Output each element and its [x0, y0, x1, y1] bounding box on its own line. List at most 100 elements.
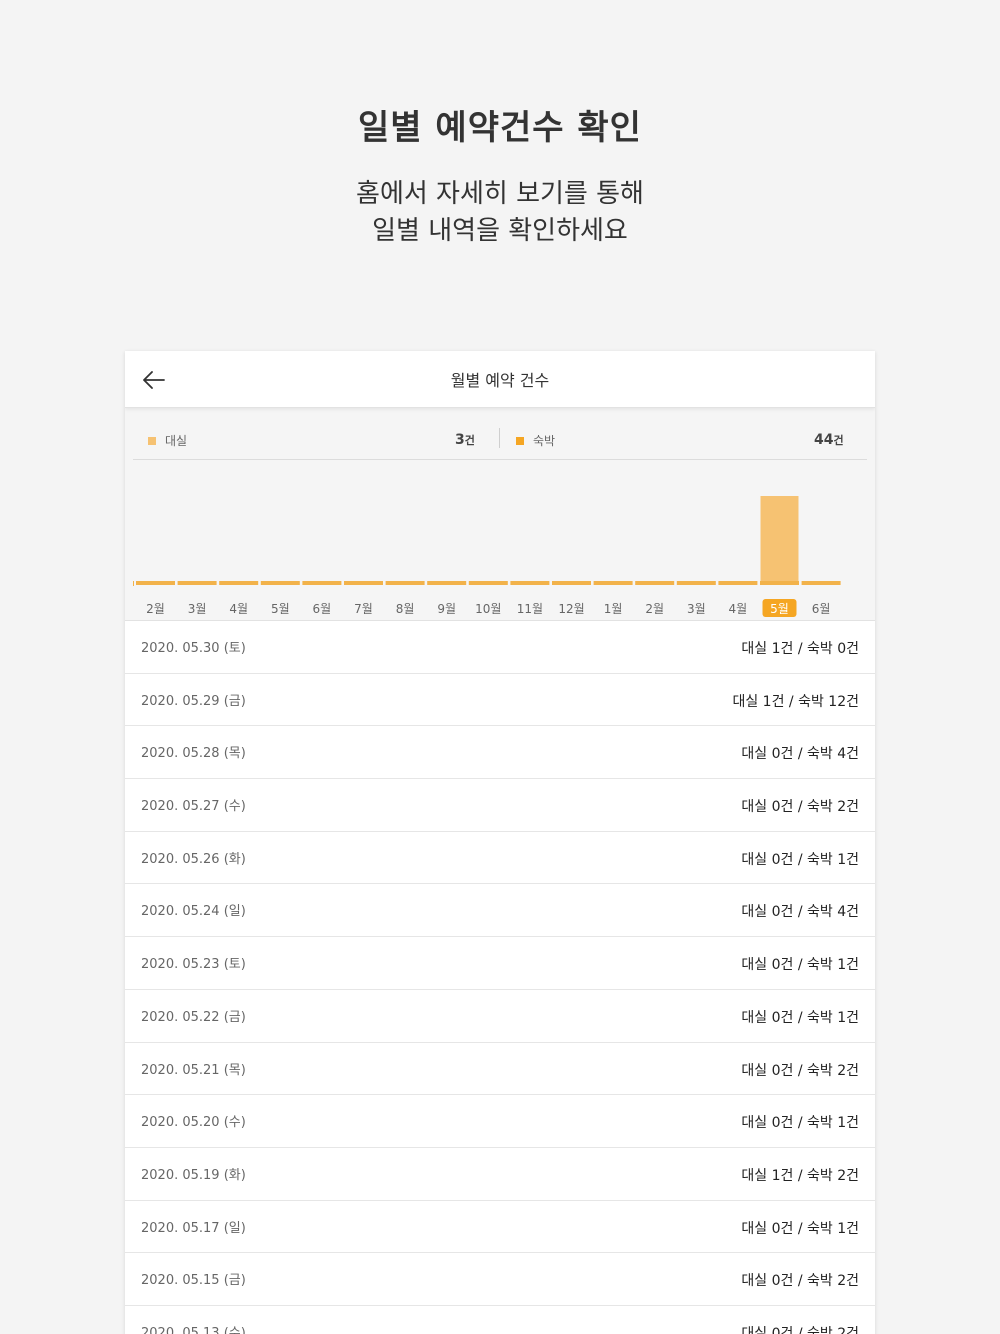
list-item[interactable]: 2020. 05.13 (수) 대실 0건 / 숙박 2건: [125, 1305, 875, 1334]
row-counts: 대실 1건 / 숙박 2건: [741, 1167, 859, 1184]
legend-stay-count-value: 44: [814, 432, 834, 448]
row-date: 2020. 05.15 (금): [141, 1273, 246, 1289]
row-date: 2020. 05.23 (토): [141, 957, 246, 973]
chart-baseline-tick: [133, 581, 134, 586]
row-counts: 대실 0건 / 숙박 4건: [741, 904, 859, 921]
row-counts: 대실 0건 / 숙박 1건: [741, 1115, 859, 1132]
row-date: 2020. 05.19 (화): [141, 1167, 246, 1183]
list-item[interactable]: 2020. 05.17 (일) 대실 0건 / 숙박 1건: [125, 1200, 875, 1254]
chart-bar[interactable]: [760, 496, 799, 585]
chart-month-label[interactable]: 6월: [313, 602, 332, 616]
legend-room-count-value: 3: [455, 432, 465, 448]
chart-bar-baseline: [676, 581, 716, 585]
chart-bar-baseline: [760, 581, 799, 585]
list-item[interactable]: 2020. 05.28 (목) 대실 0건 / 숙박 4건: [125, 726, 875, 780]
legend-stay-count: 44건: [814, 432, 844, 448]
nav-title: 월별 예약 건수: [450, 371, 550, 390]
list-item[interactable]: 2020. 05.20 (수) 대실 0건 / 숙박 1건: [125, 1095, 875, 1148]
monthly-chart-panel: 대실 3건 숙박 44건 2월 3월 4월 5월 6월 7월 8월 9월 10월 11월 12월 1월…: [125, 408, 875, 621]
chart-month-label[interactable]: 4월: [229, 602, 248, 616]
chart-month-label[interactable]: 4월: [729, 602, 748, 616]
chart-month-label[interactable]: 5월: [271, 602, 290, 616]
row-date: 2020. 05.13 (수): [141, 1325, 246, 1334]
list-item[interactable]: 2020. 05.29 (금) 대실 1건 / 숙박 12건: [125, 673, 875, 727]
row-date: 2020. 05.21 (목): [141, 1062, 246, 1078]
chart-bar-baseline: [219, 581, 259, 585]
row-counts: 대실 0건 / 숙박 1건: [741, 1009, 859, 1026]
chart-bar-baseline: [385, 581, 425, 585]
daily-list: 2020. 05.30 (토) 대실 1건 / 숙박 0건 2020. 05.29 …: [125, 621, 875, 1334]
chart-month-label[interactable]: 9월: [437, 602, 456, 616]
row-date: 2020. 05.17 (일): [141, 1220, 246, 1236]
legend-stay-count-unit: 건: [833, 434, 844, 447]
chart-bar-baseline: [718, 581, 758, 585]
chart-month-label[interactable]: 1월: [604, 602, 623, 616]
legend-room-label: 대실: [165, 434, 188, 448]
legend-stay-swatch: [516, 436, 524, 445]
row-counts: 대실 0건 / 숙박 2건: [741, 1273, 859, 1290]
row-counts: 대실 0건 / 숙박 4건: [741, 746, 859, 763]
chart-month-label[interactable]: 6월: [812, 602, 831, 616]
row-counts: 대실 0건 / 숙박 1건: [741, 957, 859, 974]
row-date: 2020. 05.24 (일): [141, 904, 246, 920]
chart-month-label[interactable]: 10월: [475, 602, 501, 616]
list-item[interactable]: 2020. 05.23 (토) 대실 0건 / 숙박 1건: [125, 937, 875, 990]
hero-title: 일별 예약건수 확인: [358, 108, 642, 148]
list-item[interactable]: 2020. 05.21 (목) 대실 0건 / 숙박 2건: [125, 1042, 875, 1096]
chart-bar-baseline: [260, 581, 300, 585]
legend-room: 대실: [148, 432, 187, 449]
row-counts: 대실 0건 / 숙박 2건: [741, 1325, 859, 1334]
row-counts: 대실 0건 / 숙박 1건: [741, 1220, 859, 1237]
hero-subtitle-line-2: 일별 내역을 확인하세요: [372, 216, 628, 246]
chart-bar-baseline: [427, 581, 467, 585]
legend-row: 대실 3건 숙박 44건: [133, 408, 867, 460]
chart-bar-baseline: [468, 581, 508, 585]
chart-bar-baseline: [302, 581, 342, 585]
row-counts: 대실 1건 / 숙박 12건: [732, 693, 859, 710]
chart-bar-baseline: [344, 581, 383, 585]
chart-month-label[interactable]: 11월: [517, 602, 543, 616]
list-item[interactable]: 2020. 05.30 (토) 대실 1건 / 숙박 0건: [125, 621, 875, 674]
monthly-bar-chart: 2월 3월 4월 5월 6월 7월 8월 9월 10월 11월 12월 1월 2월 3월 4월 5월 6월: [133, 496, 841, 617]
nav-bar: 월별 예약 건수: [125, 351, 875, 408]
chart-bar-baseline: [635, 581, 675, 585]
chart-bar-baseline: [177, 581, 217, 585]
back-button[interactable]: [139, 365, 169, 395]
list-item[interactable]: 2020. 05.27 (수) 대실 0건 / 숙박 2건: [125, 779, 875, 832]
arrow-left-icon: [143, 371, 165, 389]
chart-month-label[interactable]: 2월: [645, 602, 664, 616]
row-date: 2020. 05.20 (수): [141, 1115, 246, 1131]
hero-subtitle: 홈에서 자세히 보기를 통해 일별 내역을 확인하세요: [0, 176, 1000, 250]
row-counts: 대실 0건 / 숙박 2건: [741, 1062, 859, 1079]
list-item[interactable]: 2020. 05.26 (화) 대실 0건 / 숙박 1건: [125, 831, 875, 885]
row-date: 2020. 05.29 (금): [141, 693, 246, 709]
row-counts: 대실 0건 / 숙박 1건: [741, 851, 859, 868]
chart-month-label[interactable]: 2월: [146, 602, 165, 616]
legend-stay-label: 숙박: [533, 434, 556, 448]
legend-room-count-unit: 건: [464, 434, 475, 447]
chart-month-label[interactable]: 7월: [354, 602, 373, 616]
chart-bar-baseline: [510, 581, 550, 585]
chart-bar-baseline: [136, 581, 175, 585]
list-item[interactable]: 2020. 05.19 (화) 대실 1건 / 숙박 2건: [125, 1147, 875, 1201]
chart-month-label[interactable]: 8월: [396, 602, 415, 616]
chart-month-label[interactable]: 3월: [188, 602, 207, 616]
chart-month-label[interactable]: 5월: [770, 602, 789, 616]
row-date: 2020. 05.30 (토): [141, 641, 246, 656]
list-item[interactable]: 2020. 05.24 (일) 대실 0건 / 숙박 4건: [125, 884, 875, 938]
chart-month-label[interactable]: 3월: [687, 602, 706, 616]
hero-subtitle-line-1: 홈에서 자세히 보기를 통해: [356, 179, 644, 209]
chart-month-label[interactable]: 12월: [558, 602, 584, 616]
legend-stay: 숙박: [516, 432, 555, 449]
list-item[interactable]: 2020. 05.15 (금) 대실 0건 / 숙박 2건: [125, 1253, 875, 1306]
chart-bar-baseline: [593, 581, 633, 585]
row-counts: 대실 1건 / 숙박 0건: [741, 641, 859, 657]
list-item[interactable]: 2020. 05.22 (금) 대실 0건 / 숙박 1건: [125, 989, 875, 1043]
row-date: 2020. 05.22 (금): [141, 1009, 246, 1025]
row-counts: 대실 0건 / 숙박 2건: [741, 799, 859, 816]
row-date: 2020. 05.27 (수): [141, 799, 246, 815]
chart-bar-baseline: [801, 581, 841, 585]
row-date: 2020. 05.26 (화): [141, 851, 246, 867]
legend-room-swatch: [148, 436, 156, 445]
row-date: 2020. 05.28 (목): [141, 746, 246, 762]
